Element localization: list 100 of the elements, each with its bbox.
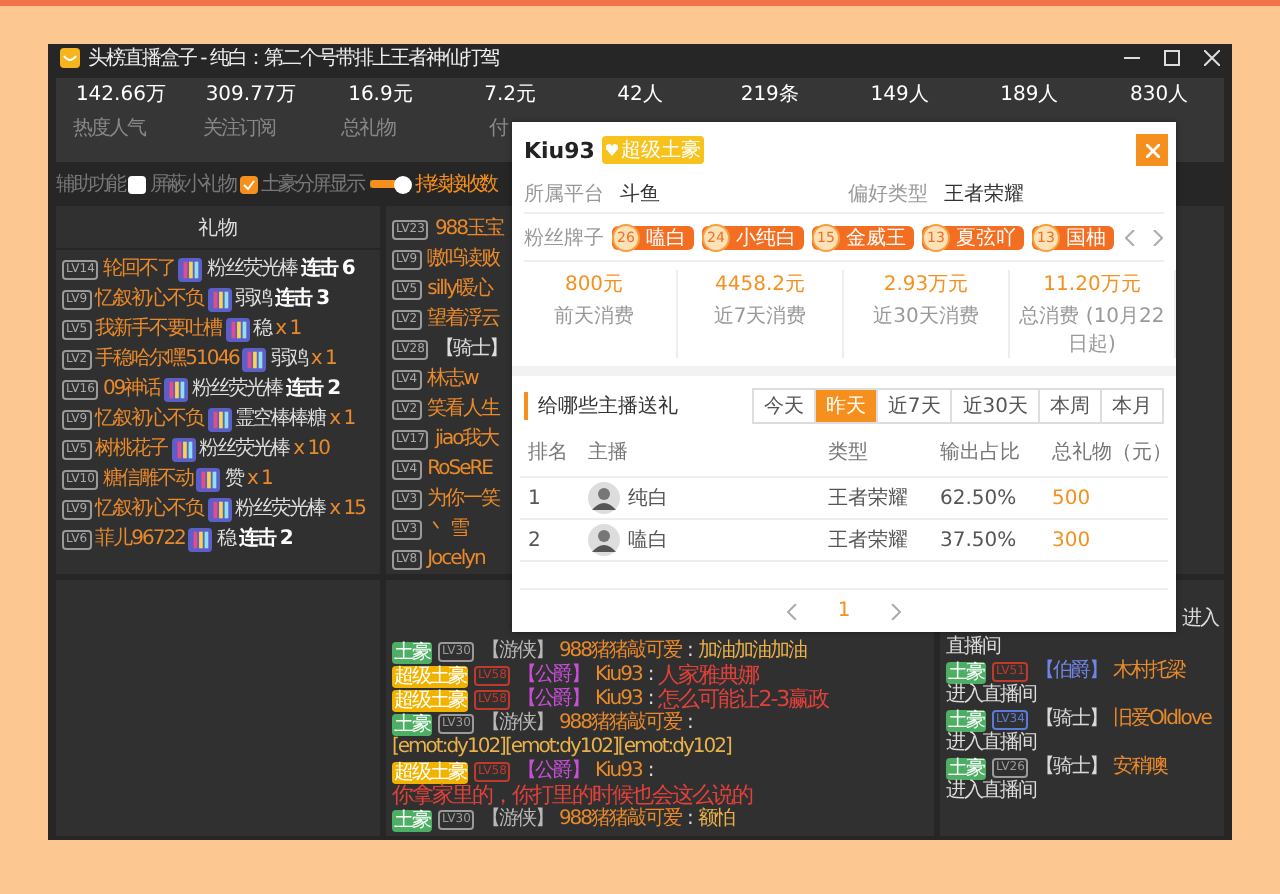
user-name: 轮回不了 [102,258,175,282]
rank-badge: 土豪 [392,713,432,735]
checkbox-label: 土豪分屏显示 [261,171,363,198]
user-name: 菲儿96722 [95,528,185,552]
stat-label: 付 [489,116,508,142]
column-header: 主播 [580,428,820,478]
table-cell-text: 纯白 [628,486,668,512]
stat-label: 关注订阅 [202,115,275,142]
gift-count: x 10 [293,438,329,462]
gift-count: x 1 [246,468,272,492]
spend-value: 2.93万元 [883,272,969,298]
enter-message: 进入 [1182,605,1218,632]
gift-name: 弱鸡 [235,288,272,312]
rank-badge: 土豪 [946,709,986,731]
table-cell: 王者荣耀 [820,520,932,562]
gift-icon [207,408,232,432]
field-label: 粉丝牌子 [524,225,604,251]
user-name: 丶 雪 [427,518,468,542]
enter-message: 直播间 [946,633,1000,660]
user-name: 988猪猪敲可爱 [558,712,682,736]
gift-icon [225,318,250,342]
user-name: 我新手不要吐槽 [95,318,222,342]
stat-value: 142.66万 [75,84,166,108]
user-name: 988猪猪敲可爱 [558,808,682,832]
gift-name: 稳 [216,528,235,552]
enter-message: 进入直播间 [946,684,1036,708]
maximize-icon[interactable] [1164,50,1180,66]
close-icon[interactable] [1204,50,1220,66]
colon: : [647,760,653,784]
period-tab[interactable]: 近7天 [875,388,953,424]
enter-message: 进入直播间 [946,780,1036,804]
stat-value: 7.2元 [484,84,537,108]
gift-count: x 1 [310,348,336,372]
title-tag: 【骑士】 [1034,756,1107,780]
gift-icon [242,348,267,372]
user-name: Jocelyn [427,548,485,572]
user-name: 笑看人生 [427,398,500,422]
stat-value: 16.9元 [348,84,413,108]
field-value: 斗鱼 [620,181,662,207]
stat-value: 42人 [617,84,663,108]
spend-label: 总消费 (10月22日起) [1017,303,1167,358]
check-icon [241,177,255,191]
rank-badge: 土豪 [946,757,986,779]
user-name: RoSeRE [427,458,492,482]
title-tag: 【公爵】 [516,760,589,784]
chat-message: 加油加油加油 [697,640,806,663]
period-tab[interactable]: 本月 [1100,388,1164,424]
stat-value: 830人 [1130,84,1189,108]
column-header: 输出占比 [932,428,1044,478]
colon: : [687,640,692,663]
chat-message: 怎么可能让2-3赢政 [658,688,829,712]
slider-label: 持续接收数 [415,171,495,198]
chat-message: 人家雅典娜 [658,664,759,688]
title-tag: 【骑士】 [434,338,507,362]
options-label: 辅助功能 [56,171,124,198]
table-cell: 2 [520,520,580,562]
field-label: 所属平台 [524,181,606,207]
gift-icon [207,288,232,312]
chat-message: 你拿家里的，你打里的时候也会这么说的 [392,784,752,808]
checkbox[interactable] [128,175,146,193]
chat-message: 额怕 [697,808,734,832]
column-header: 排名 [520,428,580,478]
avatar-icon [588,482,620,514]
gift-icon [207,498,232,522]
rank-badge: 超级土豪 [392,665,468,687]
gift-name: 粉丝荧光棒 [235,498,326,522]
colon: : [647,688,653,712]
stat-value: 219条 [740,84,799,108]
slider[interactable] [369,175,409,193]
user-name: 糖信雕不动 [102,468,193,492]
colon: : [687,712,692,736]
gift-icon [164,378,189,402]
table-cell: 王者荣耀 [820,478,932,520]
gift-count: 连击 6 [300,258,354,282]
title-tag: 【伯爵】 [1034,660,1107,684]
gift-count: 连击 3 [275,288,329,312]
period-tab[interactable]: 近30天 [950,388,1040,424]
stat-value: 309.77万 [205,84,296,108]
gift-count: x 1 [275,318,301,342]
title-tag: 【骑士】 [1034,708,1107,732]
rank-badge: 土豪 [392,809,432,831]
stat-label: 热度人气 [72,115,145,142]
stat-value: 189人 [1000,84,1059,108]
user-name: 忆叙初心不负 [95,498,204,522]
period-tab[interactable]: 今天 [751,388,816,424]
table-cell-text: 嗑白 [628,527,668,554]
gift-name: 弱鸡 [270,348,307,372]
colon: : [687,808,692,832]
field-label: 偏好类型 [848,181,930,207]
user-name: 09神话 [102,378,161,402]
user-name: 988玉宝 [434,218,504,242]
user-name: 树桃花子 [95,438,168,462]
checkbox[interactable] [239,175,257,193]
period-tab[interactable]: 本周 [1038,388,1102,424]
chat-message: [emot:dy102][emot:dy102][emot:dy102] [392,736,731,759]
user-name: 为你一笑 [427,488,500,512]
user-name: 林志w [427,368,478,392]
gift-name: 稳 [253,318,272,342]
user-name: Kiu93 [524,137,595,163]
gift-name: 粉丝荧光棒 [206,258,297,282]
